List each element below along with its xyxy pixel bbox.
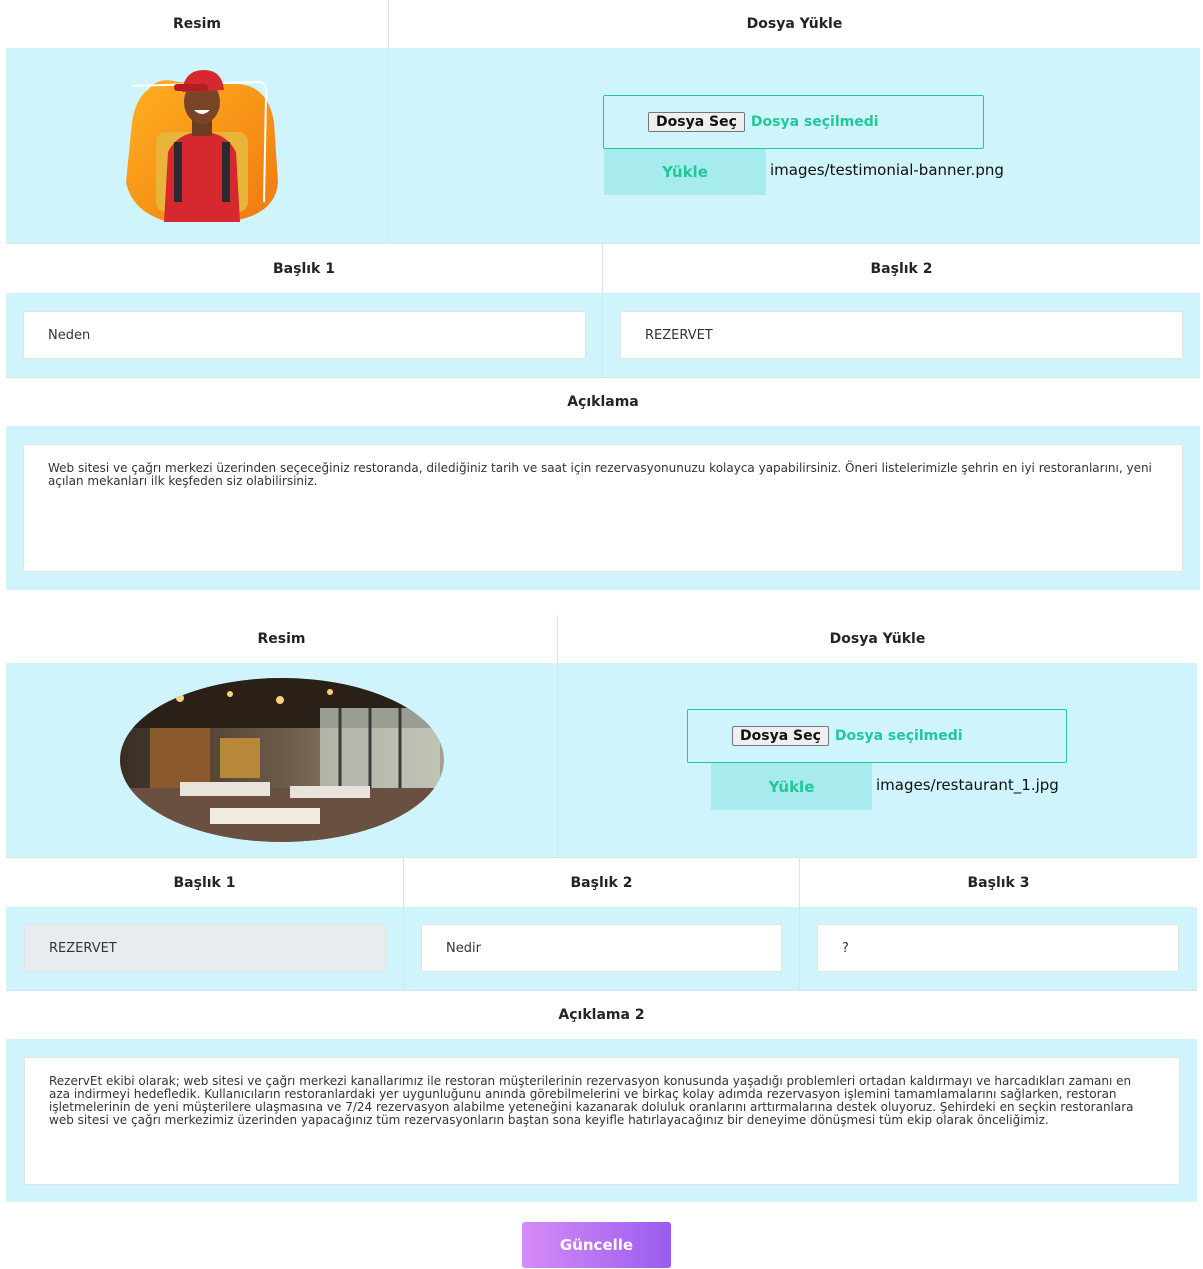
file-input-box[interactable]: Dosya Seç Dosya seçilmedi <box>687 709 1067 763</box>
file-path-text: images/testimonial-banner.png <box>770 161 1004 179</box>
title2-header: Başlık 2 <box>404 858 799 907</box>
title2-header: Başlık 2 <box>603 244 1200 293</box>
file-input-box[interactable]: Dosya Seç Dosya seçilmedi <box>603 95 984 149</box>
title3-input[interactable]: ? <box>817 924 1179 972</box>
restaurant-image <box>120 678 444 842</box>
title3-header: Başlık 3 <box>800 858 1197 907</box>
title2-input[interactable]: Nedir <box>421 924 782 972</box>
banner-image <box>118 62 282 226</box>
title1-input[interactable]: Neden <box>23 311 586 359</box>
description-textarea[interactable]: Web sitesi ve çağrı merkezi üzerinden se… <box>23 444 1183 572</box>
upload-button[interactable]: Yükle <box>711 763 872 810</box>
upload-column-header: Dosya Yükle <box>389 0 1200 48</box>
title2-input[interactable]: REZERVET <box>620 311 1183 359</box>
upload-button[interactable]: Yükle <box>604 149 766 195</box>
image-column-header: Resim <box>6 615 557 663</box>
choose-file-button[interactable]: Dosya Seç <box>648 112 745 132</box>
description-header: Açıklama 2 <box>6 991 1197 1039</box>
title1-header: Başlık 1 <box>6 244 602 293</box>
upload-column-header: Dosya Yükle <box>558 615 1197 663</box>
image-column-header: Resim <box>6 0 388 48</box>
description-textarea[interactable]: RezervEt ekibi olarak; web sitesi ve çağ… <box>24 1057 1180 1185</box>
description-header: Açıklama <box>6 378 1200 426</box>
update-button[interactable]: Güncelle <box>522 1222 671 1268</box>
title1-header: Başlık 1 <box>6 858 403 907</box>
file-status-text: Dosya seçilmedi <box>834 728 963 744</box>
title1-input: REZERVET <box>24 924 386 972</box>
file-path-text: images/restaurant_1.jpg <box>876 776 1059 794</box>
choose-file-button[interactable]: Dosya Seç <box>732 726 829 746</box>
file-status-text: Dosya seçilmedi <box>750 114 879 130</box>
